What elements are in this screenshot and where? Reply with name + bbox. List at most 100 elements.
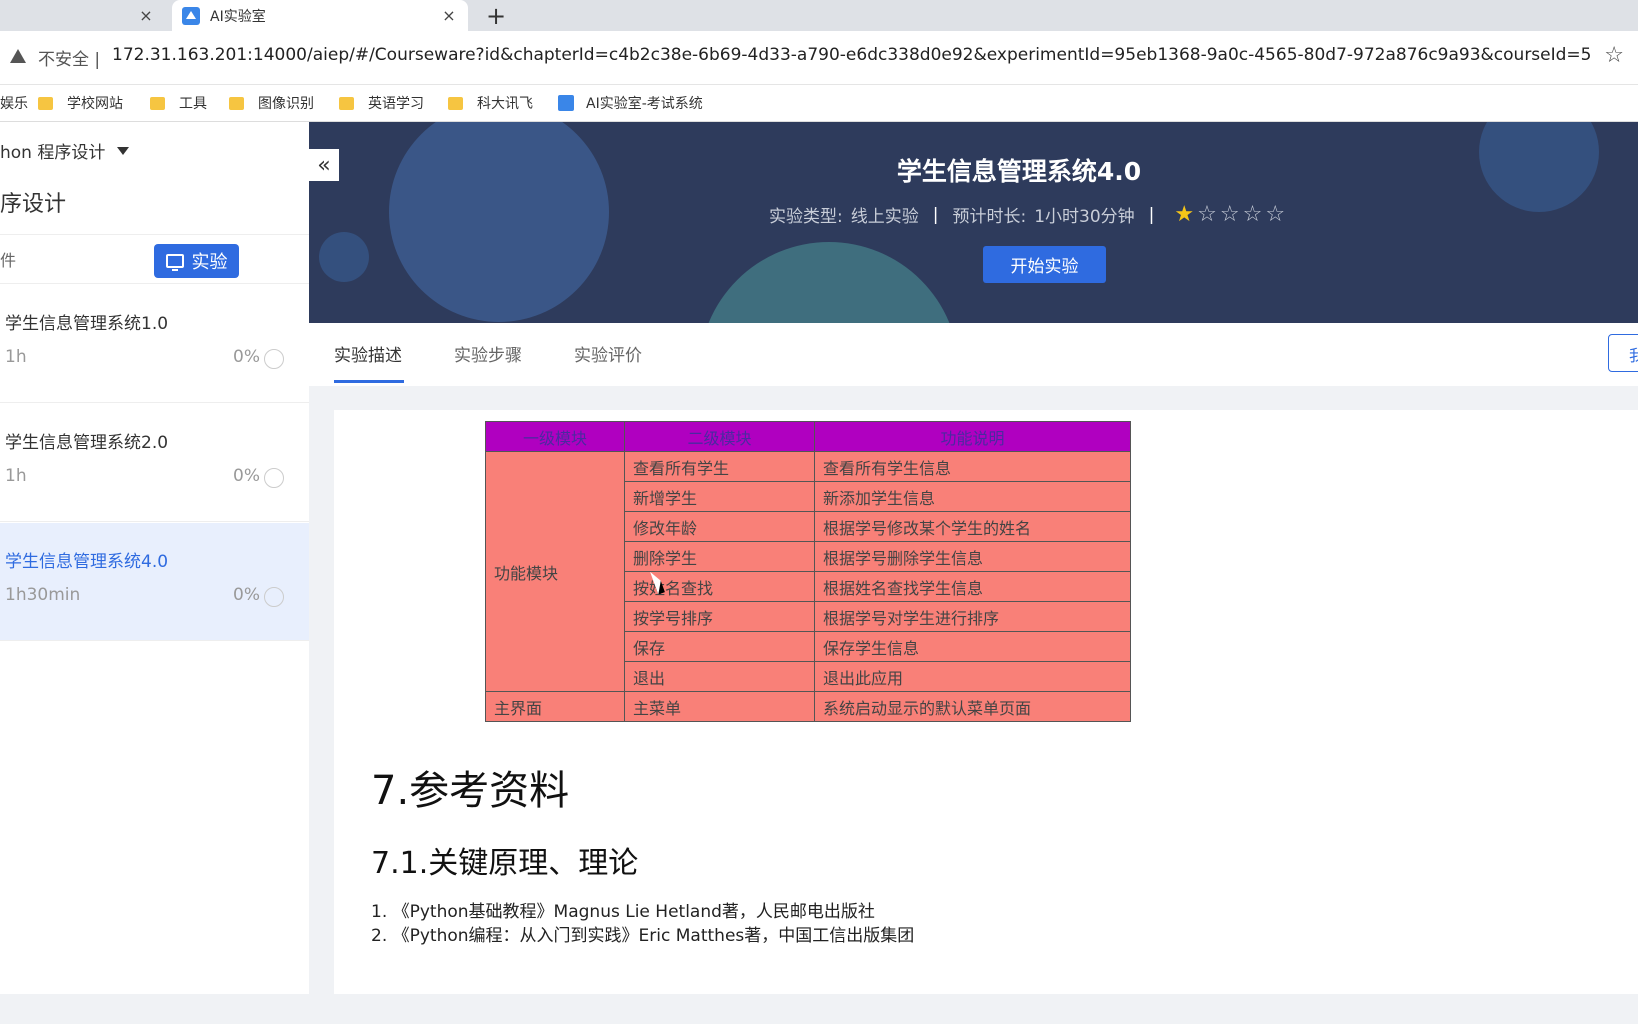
lab-progress: 0% bbox=[233, 466, 260, 486]
browser-tab-active[interactable]: AI实验室 × bbox=[172, 0, 468, 31]
bookmark-item[interactable]: 娱乐 bbox=[0, 93, 28, 113]
function-table: 一级模块 二级模块 功能说明 功能模块 查看所有学生 查看所有学生信息 新增学生… bbox=[485, 421, 1131, 722]
insecure-label[interactable]: 不安全 | bbox=[38, 45, 100, 70]
table-cell: 按学号排序 bbox=[624, 601, 815, 632]
table-header-row: 一级模块 二级模块 功能说明 bbox=[485, 421, 1131, 452]
course-title: 序设计 bbox=[0, 192, 67, 217]
tab-steps[interactable]: 实验步骤 bbox=[454, 341, 522, 366]
table-cell: 功能模块 bbox=[485, 451, 625, 692]
bookmark-item[interactable]: AI实验室-考试系统 bbox=[558, 93, 703, 113]
reference-list: 1. 《Python基础教程》Magnus Lie Hetland著，人民邮电出… bbox=[371, 900, 914, 948]
lab-item[interactable]: 学生信息管理系统1.0 1h 0% bbox=[0, 285, 309, 403]
start-experiment-button[interactable]: 开始实验 bbox=[983, 246, 1106, 283]
bookmark-label: 英语学习 bbox=[368, 96, 424, 112]
bookmark-label: 娱乐 bbox=[0, 96, 28, 112]
progress-circle-icon bbox=[264, 468, 284, 488]
experiment-button[interactable]: 实验 bbox=[154, 244, 239, 278]
folder-icon bbox=[229, 96, 244, 110]
lab-progress: 0% bbox=[233, 585, 260, 605]
list-item: 2. 《Python编程：从入门到实践》Eric Matthes著，中国工信出版… bbox=[371, 926, 915, 946]
table-cell: 查看所有学生 bbox=[624, 451, 815, 482]
star-empty-icon: ☆ bbox=[1219, 202, 1240, 227]
progress-circle-icon bbox=[264, 587, 284, 607]
experiment-meta: 实验类型: 线上实验 | 预计时长: 1小时30分钟 | ★ ☆ ☆ ☆ ☆ bbox=[769, 202, 1288, 227]
experiment-banner: « 学生信息管理系统4.0 实验类型: 线上实验 | 预计时长: 1小时30分钟… bbox=[309, 122, 1638, 323]
bookmark-star-icon[interactable]: ☆ bbox=[1604, 43, 1624, 68]
tab-evaluation[interactable]: 实验评价 bbox=[574, 341, 642, 366]
lab-duration: 1h bbox=[5, 347, 27, 367]
table-cell: 保存 bbox=[624, 631, 815, 662]
mode-row: 件 实验 bbox=[0, 234, 309, 284]
ai-lab-icon bbox=[558, 95, 574, 111]
meta-divider: | bbox=[1148, 204, 1155, 225]
bookmark-label: 图像识别 bbox=[258, 96, 314, 112]
right-action-button[interactable]: 我 bbox=[1608, 334, 1638, 372]
new-tab-icon[interactable]: + bbox=[484, 2, 508, 30]
lab-name: 学生信息管理系统1.0 bbox=[5, 314, 169, 334]
table-cell: 查看所有学生信息 bbox=[814, 451, 1131, 482]
bookmark-item[interactable]: 英语学习 bbox=[339, 93, 424, 113]
folder-icon bbox=[150, 96, 165, 110]
lab-name: 学生信息管理系统4.0 bbox=[5, 552, 169, 572]
bookmarks-bar: 娱乐 学校网站 工具 图像识别 英语学习 科大讯飞 AI实验室-考试系统 bbox=[0, 85, 1638, 122]
section-heading: 7.参考资料 bbox=[371, 768, 570, 814]
table-cell: 系统启动显示的默认菜单页面 bbox=[814, 691, 1131, 722]
lab-item-active[interactable]: 学生信息管理系统4.0 1h30min 0% bbox=[0, 523, 309, 641]
star-empty-icon: ☆ bbox=[1242, 202, 1263, 227]
folder-icon bbox=[448, 96, 463, 110]
difficulty-rating: ★ ☆ ☆ ☆ ☆ bbox=[1174, 202, 1288, 227]
bookmark-label: 科大讯飞 bbox=[477, 96, 533, 112]
url-input[interactable]: 172.31.163.201:14000/aiep/#/Courseware?i… bbox=[112, 45, 1592, 65]
experiment-button-label: 实验 bbox=[191, 252, 228, 273]
course-select-label: hon 程序设计 bbox=[0, 143, 106, 163]
table-cell: 根据学号删除学生信息 bbox=[814, 541, 1131, 572]
monitor-icon bbox=[165, 254, 184, 271]
bookmark-label: 学校网站 bbox=[67, 96, 123, 112]
table-cell: 主菜单 bbox=[624, 691, 815, 722]
close-tab-icon[interactable]: × bbox=[137, 6, 155, 25]
bookmark-item[interactable]: 图像识别 bbox=[229, 93, 314, 113]
warning-icon[interactable] bbox=[10, 49, 26, 63]
lab-progress: 0% bbox=[233, 347, 260, 367]
star-filled-icon: ★ bbox=[1174, 202, 1195, 227]
bookmark-item[interactable]: 科大讯飞 bbox=[448, 93, 533, 113]
experiment-title: 学生信息管理系统4.0 bbox=[896, 157, 1142, 186]
content-tabs: 实验描述 实验步骤 实验评价 我 bbox=[309, 323, 1638, 386]
tab-title: AI实验室 bbox=[210, 8, 266, 25]
browser-tab-inactive[interactable]: × bbox=[0, 0, 165, 31]
close-tab-icon[interactable]: × bbox=[440, 6, 458, 25]
meta-divider: | bbox=[932, 204, 939, 225]
table-cell: 新增学生 bbox=[624, 481, 815, 512]
tab-description[interactable]: 实验描述 bbox=[334, 341, 402, 366]
table-cell: 保存学生信息 bbox=[814, 631, 1131, 662]
ai-lab-favicon-icon bbox=[182, 6, 200, 25]
table-cell: 根据学号对学生进行排序 bbox=[814, 601, 1131, 632]
bookmark-item[interactable]: 学校网站 bbox=[38, 93, 123, 113]
description-content: 一级模块 二级模块 功能说明 功能模块 查看所有学生 查看所有学生信息 新增学生… bbox=[334, 410, 1638, 994]
planet-decoration bbox=[319, 232, 369, 282]
table-row: 功能模块 查看所有学生 查看所有学生信息 bbox=[485, 451, 1131, 692]
planet-decoration bbox=[699, 242, 959, 323]
column-header: 功能说明 bbox=[814, 421, 1131, 452]
column-header: 二级模块 bbox=[624, 421, 815, 452]
table-cell: 修改年龄 bbox=[624, 511, 815, 542]
folder-icon bbox=[339, 96, 354, 110]
column-header: 一级模块 bbox=[485, 421, 625, 452]
bookmark-label: 工具 bbox=[179, 96, 207, 112]
subsection-heading: 7.1.关键原理、理论 bbox=[371, 846, 639, 881]
browser-tab-strip: × AI实验室 × + bbox=[0, 0, 1638, 31]
address-bar: 不安全 | 172.31.163.201:14000/aiep/#/Course… bbox=[0, 31, 1638, 85]
lab-name: 学生信息管理系统2.0 bbox=[5, 433, 169, 453]
table-cell: 主界面 bbox=[485, 691, 625, 722]
table-cell: 删除学生 bbox=[624, 541, 815, 572]
list-item: 1. 《Python基础教程》Magnus Lie Hetland著，人民邮电出… bbox=[371, 902, 875, 922]
table-cell: 退出此应用 bbox=[814, 661, 1131, 692]
sidebar: hon 程序设计 序设计 件 实验 学生信息管理系统1.0 1h 0% 学生信息… bbox=[0, 122, 309, 994]
lab-item[interactable]: 学生信息管理系统2.0 1h 0% bbox=[0, 404, 309, 522]
course-select[interactable]: hon 程序设计 bbox=[0, 138, 130, 163]
lab-duration: 1h30min bbox=[5, 585, 81, 605]
table-row: 主界面 主菜单 系统启动显示的默认菜单页面 bbox=[485, 691, 1131, 722]
courseware-tab[interactable]: 件 bbox=[0, 247, 16, 271]
active-tab-indicator bbox=[334, 380, 404, 383]
bookmark-item[interactable]: 工具 bbox=[150, 93, 207, 113]
